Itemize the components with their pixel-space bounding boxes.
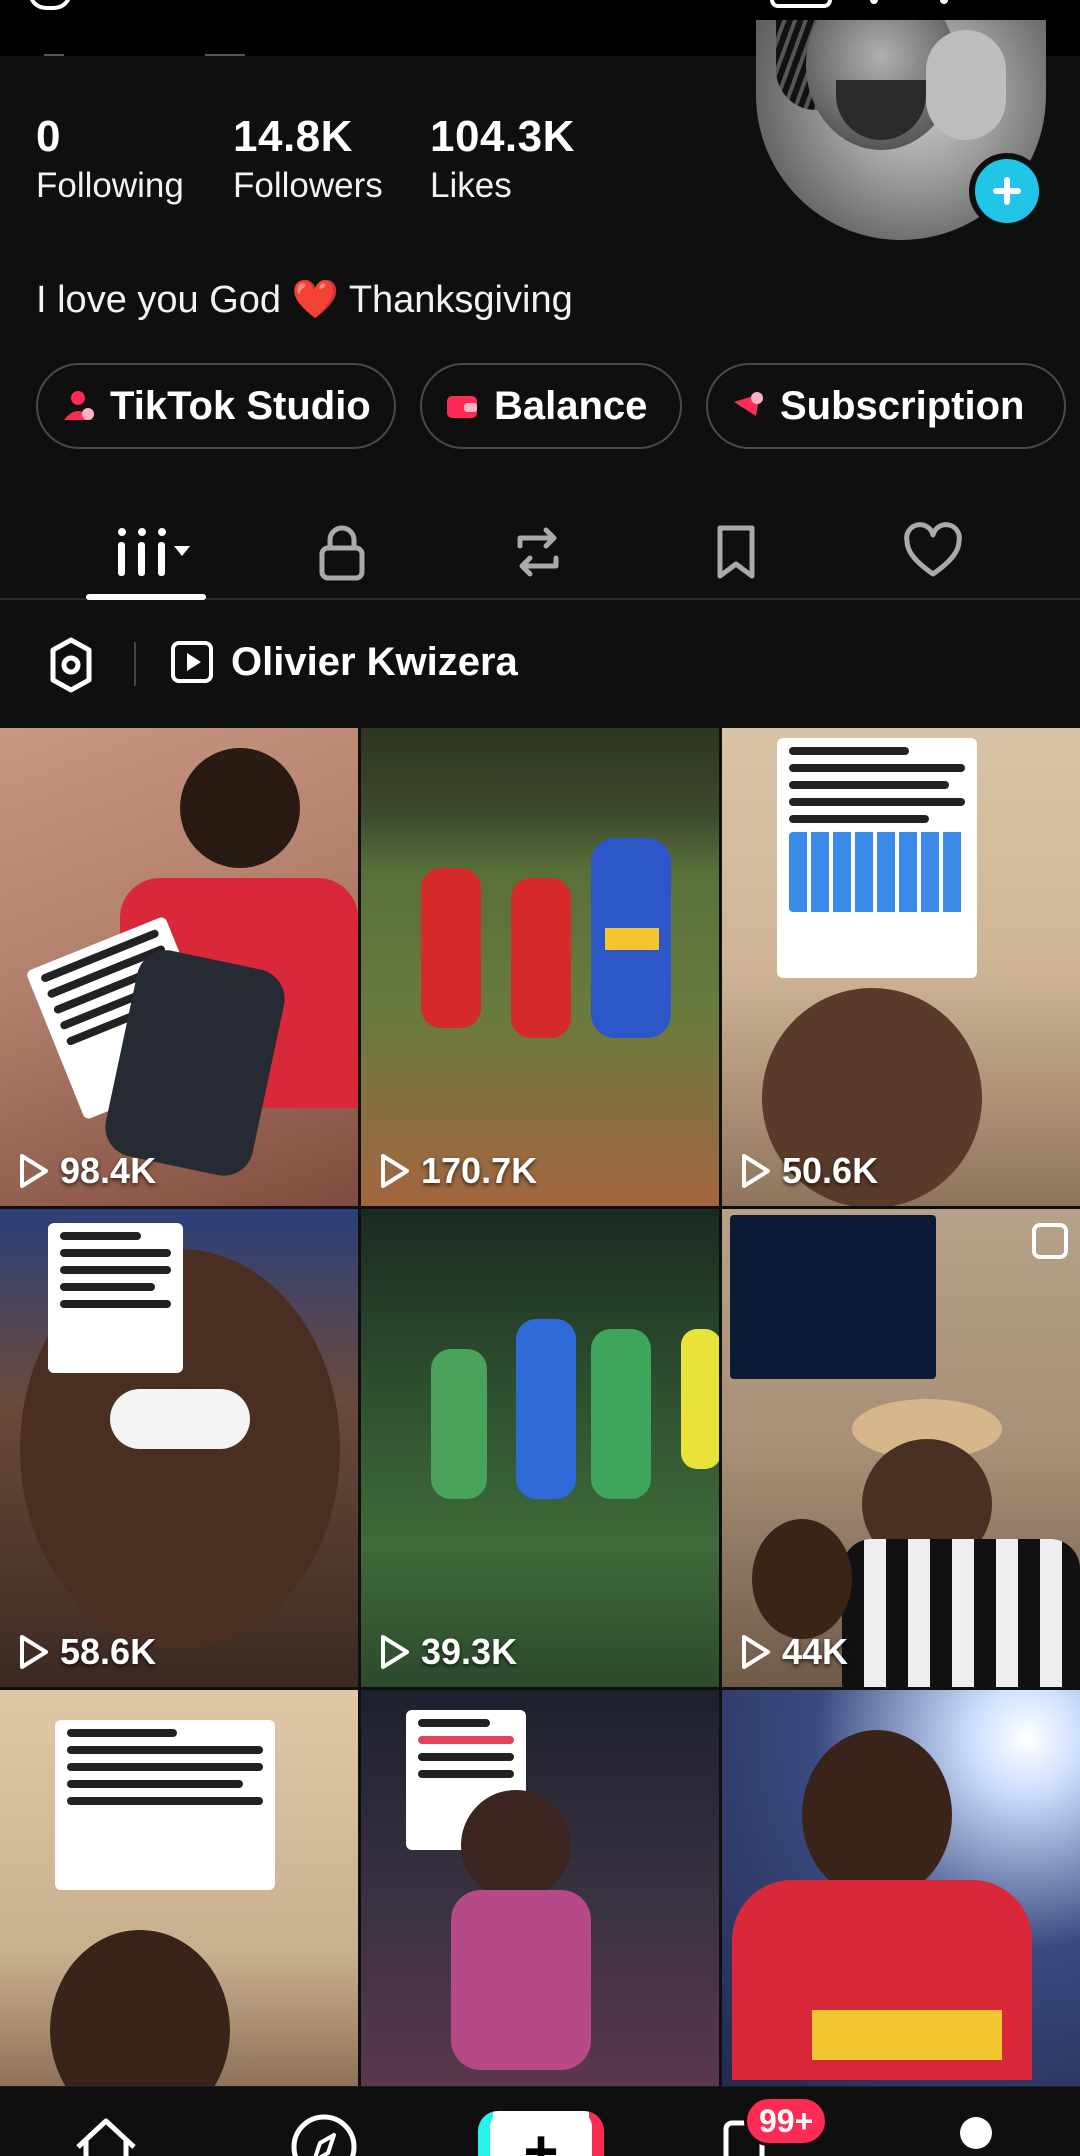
subscription-icon <box>734 392 763 416</box>
chip-label: Subscription <box>780 383 1025 428</box>
following-stat[interactable]: 0 Following <box>36 112 184 206</box>
view-count: 50.6K <box>740 1150 878 1192</box>
tab-private[interactable] <box>302 512 382 592</box>
play-icon <box>381 1635 409 1669</box>
comment-card <box>48 1223 183 1373</box>
view-count: 170.7K <box>379 1150 537 1192</box>
divider <box>134 642 136 686</box>
tiktok-studio-button[interactable]: TikTok Studio <box>36 363 396 449</box>
comment-card <box>777 738 977 978</box>
discover-icon[interactable] <box>288 2111 360 2156</box>
tab-videos[interactable] <box>110 512 200 592</box>
create-button[interactable]: + <box>478 2111 604 2156</box>
play-icon <box>381 1154 409 1188</box>
comment-card <box>55 1720 275 1890</box>
bottom-navigation: + <box>0 2086 1080 2156</box>
active-tab-indicator <box>86 594 206 600</box>
followers-stat[interactable]: 14.8K Followers <box>233 112 383 206</box>
creator-tools-icon[interactable] <box>770 0 832 8</box>
video-thumbnail[interactable]: 39.3K <box>361 1209 719 1687</box>
play-icon <box>742 1154 770 1188</box>
followers-label: Followers <box>233 166 383 205</box>
play-icon <box>20 1154 48 1188</box>
status-icon <box>870 0 878 4</box>
repost-icon <box>517 527 559 577</box>
play-icon <box>20 1635 48 1669</box>
profile-tabs <box>0 500 1080 600</box>
add-avatar-button[interactable] <box>969 153 1045 229</box>
following-label: Following <box>36 166 184 205</box>
tab-favorites[interactable] <box>696 512 776 592</box>
inbox-badge: 99+ <box>744 2096 829 2146</box>
view-count: 58.6K <box>18 1631 156 1673</box>
heart-emoji: ❤️ <box>291 279 339 321</box>
playlist-row: Olivier Kwizera <box>0 602 1080 726</box>
plus-icon <box>993 177 1021 205</box>
menu-icon[interactable] <box>940 0 948 4</box>
divider <box>205 54 245 56</box>
studio-icon <box>64 391 94 420</box>
view-count: 39.3K <box>379 1631 517 1673</box>
back-icon[interactable] <box>28 0 72 10</box>
wallet-icon <box>447 396 477 418</box>
videos-grid-icon <box>118 528 190 576</box>
view-count: 44K <box>740 1631 848 1673</box>
carousel-icon <box>1032 1223 1068 1259</box>
following-count: 0 <box>36 112 61 161</box>
likes-stat[interactable]: 104.3K Likes <box>430 112 575 206</box>
video-thumbnail[interactable]: 98.4K <box>0 728 358 1206</box>
video-thumbnail[interactable]: 50.6K <box>722 728 1080 1206</box>
bio-suffix: Thanksgiving <box>348 279 573 321</box>
subscription-button[interactable]: Subscription <box>706 363 1066 449</box>
balance-button[interactable]: Balance <box>420 363 682 449</box>
divider <box>44 54 64 56</box>
home-icon[interactable] <box>70 2111 142 2156</box>
settings-icon[interactable] <box>40 634 102 696</box>
followers-count: 14.8K <box>233 112 353 161</box>
profile-icon[interactable] <box>940 2111 1012 2156</box>
chip-label: TikTok Studio <box>110 383 371 428</box>
video-thumbnail[interactable]: 58.6K <box>0 1209 358 1687</box>
bio-text: I love you God <box>36 279 282 321</box>
playlist-name[interactable]: Olivier Kwizera <box>231 640 518 685</box>
bio: I love you God ❤️ Thanksgiving <box>36 278 573 322</box>
heart-icon <box>904 522 962 577</box>
view-count: 98.4K <box>18 1150 156 1192</box>
bookmark-icon <box>717 525 755 579</box>
play-icon <box>742 1635 770 1669</box>
tab-liked[interactable] <box>893 512 973 592</box>
video-thumbnail[interactable]: 170.7K <box>361 728 719 1206</box>
lock-icon <box>319 525 365 581</box>
likes-count: 104.3K <box>430 112 575 161</box>
chip-label: Balance <box>494 383 648 428</box>
score-card <box>730 1215 936 1379</box>
plus-icon: + <box>490 2111 592 2156</box>
playlist-icon <box>171 641 213 683</box>
likes-label: Likes <box>430 166 512 205</box>
tab-reposts[interactable] <box>498 512 578 592</box>
video-thumbnail[interactable]: 44K <box>722 1209 1080 1687</box>
